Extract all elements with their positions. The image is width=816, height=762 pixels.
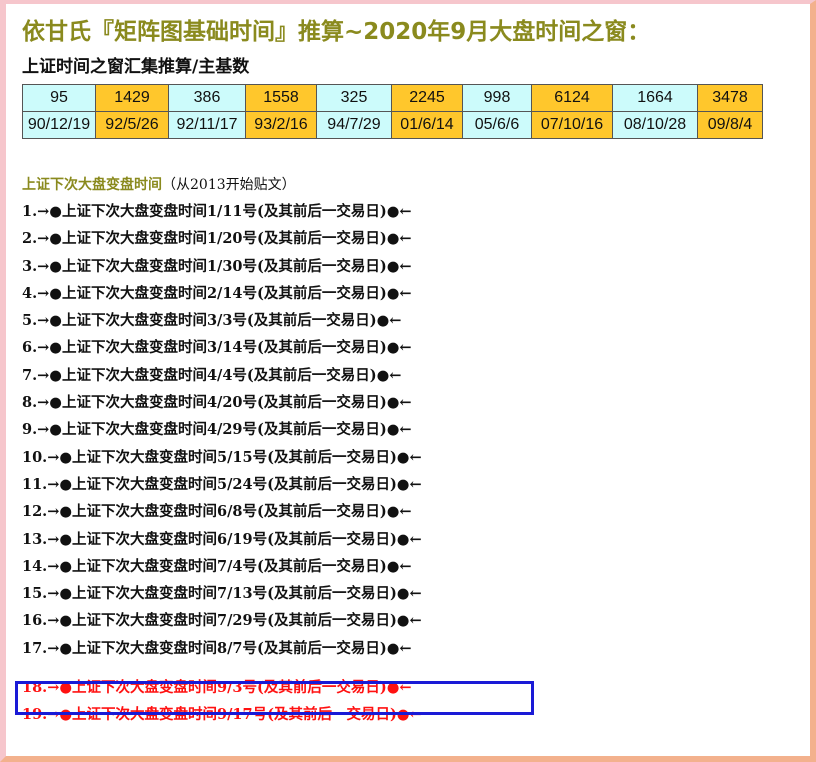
list-item: 15.→●上证下次大盘变盘时间7/13号(及其前后一交易日)●←: [22, 585, 422, 603]
pivot-date-cell: 93/2/16: [245, 111, 317, 139]
pivot-value-cell: 998: [462, 84, 532, 112]
list-item: 11.→●上证下次大盘变盘时间5/24号(及其前后一交易日)●←: [22, 475, 422, 493]
table-caption: 上证时间之窗汇集推算/主基数: [22, 57, 250, 77]
list-item: 1.→●上证下次大盘变盘时间1/11号(及其前后一交易日)●←: [22, 203, 412, 220]
pivot-value-cell: 1664: [612, 84, 698, 112]
section-heading-note: （从2013开始贴文）: [162, 177, 296, 193]
pivot-value-cell: 1429: [95, 84, 169, 112]
pivot-date-cell: 90/12/19: [22, 111, 96, 139]
section-heading-text: 上证下次大盘变盘时间: [22, 177, 162, 193]
list-item: 2.→●上证下次大盘变盘时间1/20号(及其前后一交易日)●←: [22, 230, 412, 248]
pivot-date-cell: 01/6/14: [391, 111, 463, 139]
pivot-date-cell: 08/10/28: [612, 111, 698, 139]
pivot-value-cell: 386: [168, 84, 246, 112]
list-item: 4.→●上证下次大盘变盘时间2/14号(及其前后一交易日)●←: [22, 284, 412, 302]
list-item: 3.→●上证下次大盘变盘时间1/30号(及其前后一交易日)●←: [22, 257, 412, 275]
pivot-value-cell: 325: [316, 84, 392, 112]
pivot-date-cell: 94/7/29: [316, 111, 392, 139]
pivot-value-cell: 6124: [531, 84, 613, 112]
list-item: 13.→●上证下次大盘变盘时间6/19号(及其前后一交易日)●←: [22, 530, 422, 548]
list-item: 14.→●上证下次大盘变盘时间7/4号(及其前后一交易日)●←: [22, 557, 412, 575]
pivot-value-cell: 3478: [697, 84, 763, 112]
list-item: 7.→●上证下次大盘变盘时间4/4号(及其前后一交易日)●←: [22, 366, 402, 384]
pivot-date-cell: 05/6/6: [462, 111, 532, 139]
pivot-date-cell: 92/5/26: [95, 111, 169, 139]
turning-date-list: 1.→●上证下次大盘变盘时间1/11号(及其前后一交易日)●← 2.→●上证下次…: [22, 198, 422, 729]
list-item: 8.→●上证下次大盘变盘时间4/20号(及其前后一交易日)●←: [22, 394, 412, 412]
pivot-date-cell: 92/11/17: [168, 111, 246, 139]
list-item: 9.→●上证下次大盘变盘时间4/29号(及其前后一交易日)●←: [22, 421, 412, 439]
page-title: 依甘氏『矩阵图基础时间』推算~2020年9月大盘时间之窗：: [22, 19, 651, 45]
list-item: 6.→●上证下次大盘变盘时间3/14号(及其前后一交易日)●←: [22, 339, 412, 357]
pivot-value-cell: 2245: [391, 84, 463, 112]
pivot-dates-row: 90/12/19 92/5/26 92/11/17 93/2/16 94/7/2…: [22, 111, 763, 139]
highlight-box: [15, 681, 534, 715]
list-item: 10.→●上证下次大盘变盘时间5/15号(及其前后一交易日)●←: [22, 448, 422, 466]
pivot-table: 95 1429 386 1558 325 2245 998 6124 1664 …: [22, 84, 763, 139]
pivot-values-row: 95 1429 386 1558 325 2245 998 6124 1664 …: [22, 84, 763, 112]
pivot-value-cell: 1558: [245, 84, 317, 112]
list-item: 12.→●上证下次大盘变盘时间6/8号(及其前后一交易日)●←: [22, 503, 412, 521]
list-item: 5.→●上证下次大盘变盘时间3/3号(及其前后一交易日)●←: [22, 312, 402, 330]
pivot-value-cell: 95: [22, 84, 96, 112]
list-item: 17.→●上证下次大盘变盘时间8/7号(及其前后一交易日)●←: [22, 639, 412, 657]
list-item: 16.→●上证下次大盘变盘时间7/29号(及其前后一交易日)●←: [22, 612, 422, 630]
section-heading: 上证下次大盘变盘时间（从2013开始贴文）: [22, 174, 296, 194]
pivot-date-cell: 09/8/4: [697, 111, 763, 139]
pivot-date-cell: 07/10/16: [531, 111, 613, 139]
